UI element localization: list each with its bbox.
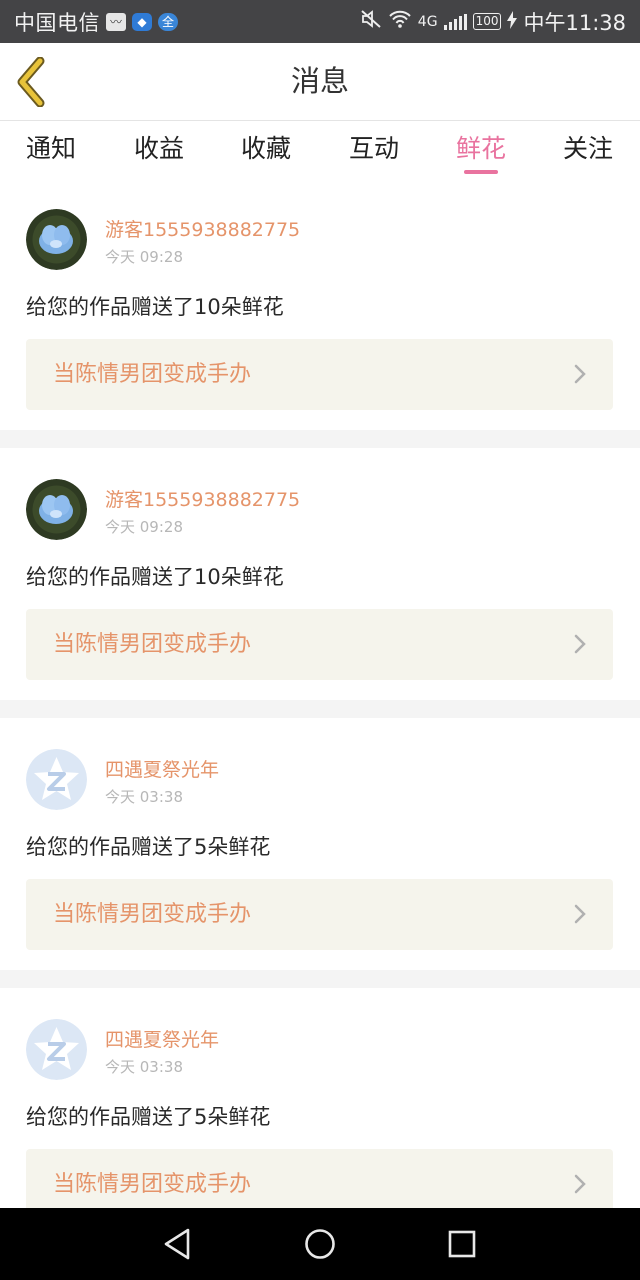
message-text: 给您的作品赠送了5朵鲜花: [26, 1105, 271, 1129]
back-triangle-icon[interactable]: [160, 1226, 196, 1262]
status-left: 中国电信 〰 ◆ 全: [14, 0, 178, 43]
default-z-avatar[interactable]: [26, 1019, 87, 1080]
username[interactable]: 四遇夏祭光年: [105, 755, 219, 782]
home-circle-icon[interactable]: [302, 1226, 338, 1262]
carrier-name: 中国电信: [14, 10, 100, 35]
flower-avatar[interactable]: [26, 209, 87, 270]
tab-earnings[interactable]: 收益: [134, 121, 184, 178]
username[interactable]: 游客1555938882775: [105, 215, 300, 242]
shield-icon: ◆: [132, 12, 152, 31]
timestamp: 今天 09:28: [105, 248, 183, 266]
page-title: 消息: [290, 64, 349, 98]
quan-icon: 全: [158, 12, 178, 31]
work-link[interactable]: 当陈情男团变成手办: [26, 879, 613, 950]
status-bar: 中国电信 〰 ◆ 全 4G 100 中午11:38: [0, 0, 640, 43]
chevron-right-icon: [574, 904, 586, 924]
charging-icon: [507, 10, 518, 34]
recents-square-icon[interactable]: [444, 1226, 480, 1262]
tab-notify[interactable]: 通知: [26, 121, 76, 178]
flower-avatar[interactable]: [26, 479, 87, 540]
message-list: 游客1555938882775 今天 09:28 给您的作品赠送了10朵鲜花 当…: [0, 178, 640, 1240]
network-type: 4G: [417, 13, 438, 30]
activity-icon: 〰: [106, 12, 126, 31]
tab-follow[interactable]: 关注: [563, 121, 613, 178]
signal-icon: [443, 13, 467, 30]
message-card: 游客1555938882775 今天 09:28 给您的作品赠送了10朵鲜花 当…: [0, 178, 640, 430]
battery-icon: 100: [472, 13, 502, 30]
timestamp: 今天 03:38: [105, 1058, 183, 1076]
timestamp: 今天 09:28: [105, 518, 183, 536]
tab-favorites[interactable]: 收藏: [241, 121, 291, 178]
chevron-right-icon: [574, 634, 586, 654]
app-header: 消息: [0, 43, 640, 121]
default-z-avatar[interactable]: [26, 749, 87, 810]
work-link[interactable]: 当陈情男团变成手办: [26, 609, 613, 680]
timestamp: 今天 03:38: [105, 788, 183, 806]
wifi-icon: [388, 9, 412, 34]
active-tab-indicator: [464, 170, 498, 174]
work-title: 当陈情男团变成手办: [53, 632, 252, 657]
status-right: 4G 100 中午11:38: [360, 0, 626, 43]
work-title: 当陈情男团变成手办: [53, 362, 252, 387]
tab-interaction[interactable]: 互动: [349, 121, 399, 178]
mute-icon: [360, 9, 382, 34]
username[interactable]: 游客1555938882775: [105, 485, 300, 512]
username[interactable]: 四遇夏祭光年: [105, 1025, 219, 1052]
message-card: 四遇夏祭光年 今天 03:38 给您的作品赠送了5朵鲜花 当陈情男团变成手办: [0, 988, 640, 1240]
tab-bar: 通知 收益 收藏 互动 鲜花 关注: [0, 121, 640, 178]
message-text: 给您的作品赠送了10朵鲜花: [26, 295, 284, 319]
chevron-right-icon: [574, 364, 586, 384]
system-nav-bar: [0, 1208, 640, 1280]
work-link[interactable]: 当陈情男团变成手办: [26, 339, 613, 410]
chevron-right-icon: [574, 1174, 586, 1194]
clock: 中午11:38: [523, 10, 626, 35]
message-text: 给您的作品赠送了10朵鲜花: [26, 565, 284, 589]
message-text: 给您的作品赠送了5朵鲜花: [26, 835, 271, 859]
message-card: 四遇夏祭光年 今天 03:38 给您的作品赠送了5朵鲜花 当陈情男团变成手办: [0, 718, 640, 970]
message-card: 游客1555938882775 今天 09:28 给您的作品赠送了10朵鲜花 当…: [0, 448, 640, 700]
work-title: 当陈情男团变成手办: [53, 902, 252, 927]
